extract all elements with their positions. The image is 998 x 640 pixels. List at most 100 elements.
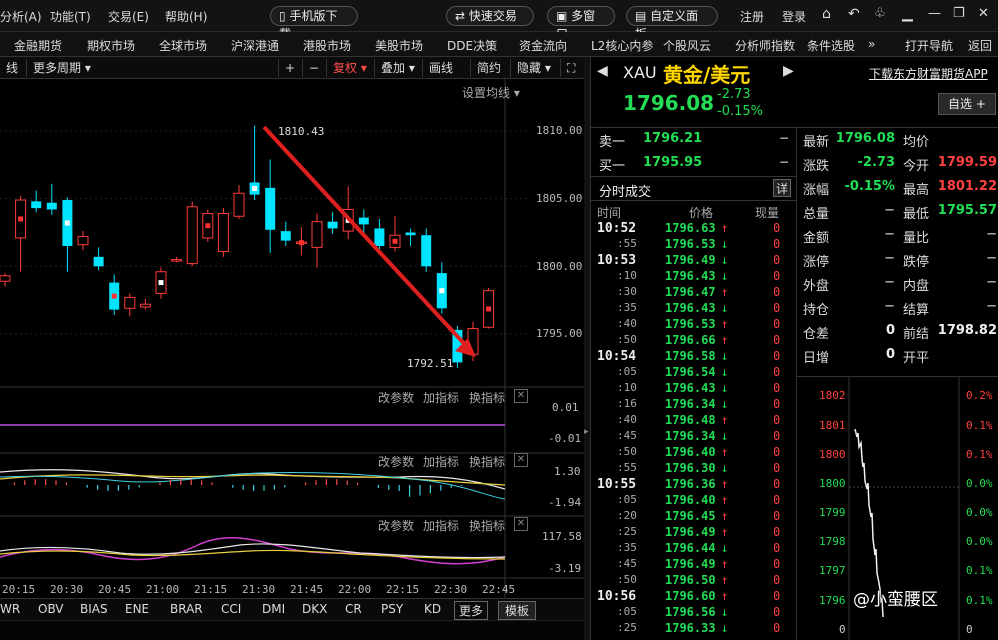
zoom-in-button[interactable]: + — [278, 59, 301, 77]
tab-template[interactable]: 模板 — [498, 601, 537, 620]
close-icon[interactable]: ✕ — [514, 389, 528, 403]
nav-stock-risk[interactable]: 个股风云 — [663, 37, 711, 54]
ind1-add-indicator[interactable]: 加指标 — [423, 389, 459, 406]
custom-panel-button[interactable]: ▤ 自定义面板 — [626, 6, 718, 41]
menu-trade[interactable]: 交易(E) — [108, 8, 149, 25]
hide-dropdown[interactable]: 隐藏 ▾ — [510, 59, 557, 77]
mini-price-tick: 1800 — [819, 477, 846, 490]
ind1-switch-indicator[interactable]: 换指标 — [469, 389, 505, 406]
tab-cci[interactable]: CCI — [221, 602, 241, 616]
restore-icon[interactable]: ❐ — [953, 6, 965, 21]
arrow-down-icon: ↓ — [721, 365, 729, 379]
nav-global[interactable]: 全球市场 — [159, 37, 207, 54]
tab-brar[interactable]: BRAR — [170, 602, 203, 616]
nav-hk-market[interactable]: 港股市场 — [303, 37, 351, 54]
ind3-add-indicator[interactable]: 加指标 — [423, 517, 459, 534]
undo-icon[interactable]: ↶ — [848, 6, 860, 22]
trade-time: :05 — [617, 605, 637, 618]
trades-list[interactable]: 10:52 1796.63 ↑ 0:55 1796.53 ↓ 0 10:53 1796.49 ↓ 0… — [591, 221, 796, 640]
ind3-edit-params[interactable]: 改参数 — [378, 517, 414, 534]
chart-toolbar: 线 更多周期 ▾ + − 复权 ▾ 叠加 ▾ 画线 简约 隐藏 ▾ ⛶ — [0, 57, 584, 79]
download-app-link[interactable]: 下载东方财富期货APP — [869, 65, 988, 82]
close-icon[interactable]: ✕ — [514, 517, 528, 531]
set-ma-button[interactable]: 设置均线 ▾ — [462, 84, 520, 101]
sell1-volume: − — [779, 131, 790, 145]
stat-label-ratio: 量比 — [903, 231, 930, 246]
nav-dde[interactable]: DDE决策 — [447, 37, 497, 54]
prev-symbol-icon[interactable]: ◀ — [597, 63, 608, 79]
tab-cr[interactable]: CR — [345, 602, 362, 616]
draw-line-button[interactable]: 画线 — [422, 59, 459, 77]
quick-trade-label: 快速交易 — [468, 9, 517, 23]
tab-more[interactable]: 更多 — [454, 601, 489, 620]
trade-volume: 0 — [773, 253, 781, 267]
nav-l2[interactable]: L2核心内参 — [591, 37, 653, 54]
ind3-switch-indicator[interactable]: 换指标 — [469, 517, 505, 534]
tab-kd[interactable]: KD — [424, 602, 441, 616]
nav-hk-connect[interactable]: 沪深港通 — [231, 37, 279, 54]
nav-fund-flow[interactable]: 资金流向 — [519, 37, 567, 54]
stat-label-flat: 开平 — [903, 351, 930, 366]
open-nav-button[interactable]: 打开导航 — [905, 37, 953, 54]
buy1-price: 1795.95 — [643, 155, 703, 170]
watchlist-label: 自选 — [948, 97, 973, 111]
stat-value-vol: − — [884, 203, 895, 218]
add-watchlist-button[interactable]: 自选 + — [938, 93, 996, 115]
fullscreen-icon[interactable]: ⛶ — [560, 59, 581, 77]
nav-us-market[interactable]: 美股市场 — [375, 37, 423, 54]
back-button[interactable]: 返回 — [968, 37, 992, 54]
trade-price: 1796.43 — [665, 301, 716, 315]
fuquan-dropdown[interactable]: 复权 ▾ — [326, 59, 373, 77]
scroll-bar[interactable] — [0, 620, 584, 640]
tab-obv[interactable]: OBV — [38, 602, 64, 616]
multi-window-button[interactable]: ▣ 多窗口 — [547, 6, 615, 41]
stat-label-avg: 均价 — [903, 135, 930, 150]
tab-ene[interactable]: ENE — [125, 602, 149, 616]
simple-mode-button[interactable]: 简约 — [470, 59, 507, 77]
register-link[interactable]: 注册 — [740, 8, 764, 25]
time-tick: 22:45 — [482, 583, 516, 596]
tab-dkx[interactable]: DKX — [302, 602, 327, 616]
tab-wr[interactable]: WR — [0, 602, 20, 616]
trade-volume: 0 — [773, 461, 781, 475]
minimize-window-icon[interactable]: — — [928, 6, 941, 21]
stat-value-high: 1801.22 — [937, 179, 997, 194]
home-icon[interactable]: ⌂ — [822, 6, 831, 22]
next-symbol-icon[interactable]: ▶ — [783, 63, 794, 79]
more-period-dropdown[interactable]: 更多周期 ▾ — [26, 59, 97, 77]
quote-panel: ◀ XAU 黄金/美元 ▶ 下载东方财富期货APP 1796.08 -2.73 … — [590, 57, 998, 640]
tab-dmi[interactable]: DMI — [262, 602, 285, 616]
tab-psy[interactable]: PSY — [381, 602, 403, 616]
ind1-edit-params[interactable]: 改参数 — [378, 389, 414, 406]
nav-analyst-index[interactable]: 分析师指数 — [735, 37, 795, 54]
menu-help[interactable]: 帮助(H) — [165, 8, 207, 25]
overlay-dropdown[interactable]: 叠加 ▾ — [374, 59, 421, 77]
quick-trade-button[interactable]: ⇄ 快速交易 — [446, 6, 534, 26]
tab-bias[interactable]: BIAS — [80, 602, 108, 616]
zoom-out-button[interactable]: − — [302, 59, 325, 77]
menu-function[interactable]: 功能(T) — [50, 8, 91, 25]
close-icon[interactable]: ✕ — [978, 6, 989, 21]
nav-finance-futures[interactable]: 金融期货 — [14, 37, 62, 54]
nav-stock-screener[interactable]: 条件选股 — [807, 37, 855, 54]
trade-price: 1796.33 — [665, 621, 716, 635]
ind2-add-indicator[interactable]: 加指标 — [423, 453, 459, 470]
login-link[interactable]: 登录 — [782, 8, 806, 25]
time-tick: 22:00 — [338, 583, 372, 596]
price-tick: 1810.00 — [536, 124, 583, 137]
menu-analysis[interactable]: 分析(A) — [0, 8, 42, 25]
ind2-switch-indicator[interactable]: 换指标 — [469, 453, 505, 470]
nav-more[interactable]: » — [868, 37, 875, 51]
mini-pct-tick: 0.0% — [966, 535, 993, 548]
mobile-download-button[interactable]: ▯ 手机版下载 — [270, 6, 358, 41]
line-type-button[interactable]: 线 — [0, 59, 24, 77]
stat-value-daily: 0 — [885, 347, 895, 362]
nav-options[interactable]: 期权市场 — [87, 37, 135, 54]
ind2-edit-params[interactable]: 改参数 — [378, 453, 414, 470]
trade-price: 1796.48 — [665, 413, 716, 427]
close-icon[interactable]: ✕ — [514, 453, 528, 467]
collapse-icon[interactable]: ▸ — [584, 427, 589, 437]
trades-detail-button[interactable]: 详 — [773, 179, 791, 197]
shirt-icon[interactable]: ♧ — [874, 6, 886, 21]
minimize-icon[interactable]: ▁ — [902, 6, 913, 22]
